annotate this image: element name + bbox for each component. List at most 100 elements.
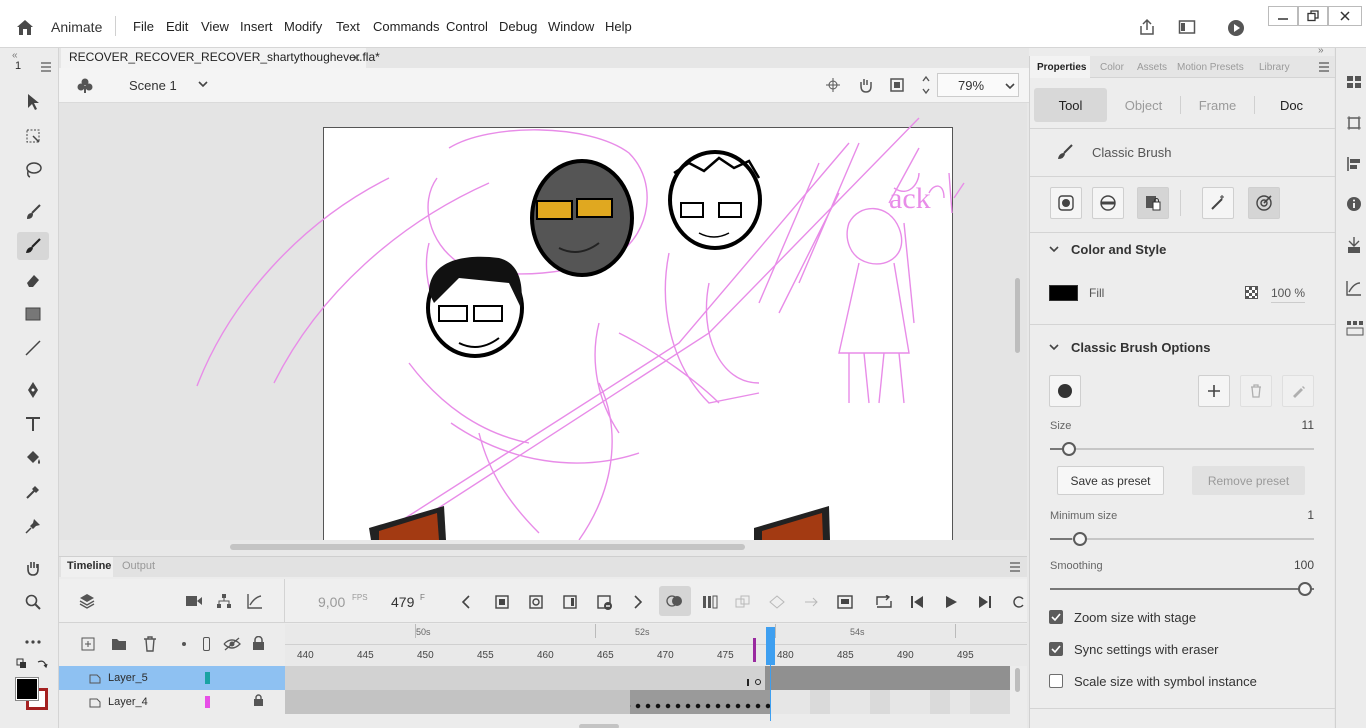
graph-icon[interactable]: [247, 593, 263, 609]
delete-layer-icon[interactable]: [143, 636, 157, 652]
loop-playback-icon[interactable]: [837, 595, 853, 609]
step-forward-icon[interactable]: [977, 595, 993, 609]
new-layer-icon[interactable]: [81, 637, 95, 651]
timeline-vertical-scrollbar[interactable]: [1015, 668, 1020, 692]
motion-tween-icon[interactable]: [803, 595, 819, 609]
close-window-button[interactable]: [1328, 6, 1362, 26]
menu-text[interactable]: Text: [336, 19, 360, 34]
play-icon[interactable]: [944, 595, 958, 609]
classic-brush-tool-icon[interactable]: [17, 232, 49, 260]
tab-assets[interactable]: Assets: [1137, 62, 1167, 73]
home-icon[interactable]: [14, 16, 36, 38]
face-bearded[interactable]: [530, 159, 634, 277]
edit-multiple-frames-icon[interactable]: [702, 595, 718, 609]
remove-preset-button[interactable]: Remove preset: [1192, 466, 1305, 495]
marker-in[interactable]: [753, 638, 756, 662]
onion-skin-button[interactable]: [659, 586, 691, 616]
text-tool-icon[interactable]: [17, 410, 49, 438]
paint-bucket-tool-icon[interactable]: [17, 444, 49, 472]
tab-motion-presets[interactable]: Motion Presets: [1177, 62, 1244, 73]
more-tools-icon[interactable]: [17, 628, 49, 656]
fill-alpha-value[interactable]: 100 %: [1271, 286, 1306, 303]
motion-editor-icon[interactable]: [1346, 280, 1362, 296]
align-panel-icon[interactable]: [1346, 156, 1362, 172]
pen-tool-icon[interactable]: [17, 376, 49, 404]
sync-eraser-checkbox[interactable]: [1049, 642, 1063, 656]
section-title-color-style[interactable]: Color and Style: [1071, 242, 1166, 257]
layers-icon[interactable]: [79, 593, 95, 609]
segment-doc[interactable]: Doc: [1255, 88, 1328, 122]
scene-chevron-down-icon[interactable]: [197, 80, 209, 88]
info-panel-icon[interactable]: [1346, 196, 1362, 212]
laptop-left[interactable]: [369, 506, 446, 540]
delete-brush-shape-icon[interactable]: [1240, 375, 1272, 407]
menu-insert[interactable]: Insert: [240, 19, 273, 34]
line-tool-icon[interactable]: [17, 334, 49, 362]
workspace-icon[interactable]: [1176, 16, 1198, 38]
stage-vertical-scrollbar[interactable]: [1015, 278, 1020, 353]
size-value[interactable]: 11: [1300, 418, 1314, 432]
add-brush-shape-icon[interactable]: [1198, 375, 1230, 407]
brush-mode-normal-icon[interactable]: [1050, 187, 1082, 219]
insert-blank-keyframe-icon[interactable]: [529, 595, 543, 609]
tween-icon[interactable]: [735, 595, 751, 609]
previous-keyframe-icon[interactable]: [461, 595, 471, 609]
ease-icon[interactable]: [769, 595, 785, 609]
zoom-field[interactable]: 79%: [937, 73, 1019, 97]
zoom-chevron-down-icon[interactable]: [1004, 82, 1016, 90]
tab-color[interactable]: Color: [1100, 62, 1124, 73]
selection-tool-icon[interactable]: [17, 88, 49, 116]
section-title-brush-options[interactable]: Classic Brush Options: [1071, 340, 1210, 355]
menu-help[interactable]: Help: [605, 19, 632, 34]
highlight-layer-icon[interactable]: [182, 642, 186, 646]
frame-row[interactable]: [285, 690, 1010, 714]
brush-shape-icon[interactable]: [1049, 375, 1081, 407]
insert-keyframe-icon[interactable]: [495, 595, 509, 609]
size-slider-knob[interactable]: [1062, 442, 1076, 456]
tab-properties[interactable]: Properties: [1037, 62, 1086, 73]
delete-frame-icon[interactable]: [597, 595, 613, 611]
share-icon[interactable]: [1136, 16, 1158, 38]
stage-area[interactable]: ack: [59, 103, 1027, 540]
lock-all-icon[interactable]: [252, 636, 265, 651]
playhead[interactable]: [766, 627, 775, 721]
frame-ruler[interactable]: 50s 52s 54s 440 445 450 455 460 465 470 …: [285, 624, 1027, 666]
menu-control[interactable]: Control: [446, 19, 488, 34]
menu-commands[interactable]: Commands: [373, 19, 439, 34]
scene-name[interactable]: Scene 1: [129, 78, 177, 93]
rotation-tool-icon[interactable]: [856, 76, 874, 94]
minimum-size-slider-track[interactable]: [1050, 538, 1314, 540]
layer-row[interactable]: Layer_5: [59, 666, 285, 690]
pin-tool-icon[interactable]: [17, 512, 49, 540]
camera-icon[interactable]: [185, 595, 203, 607]
expand-panel-icon[interactable]: »: [1318, 45, 1324, 56]
layer-name[interactable]: Layer_5: [108, 672, 148, 684]
layer-color-swatch[interactable]: [205, 696, 210, 708]
document-tab[interactable]: RECOVER_RECOVER_RECOVER_shartythoughever…: [61, 48, 380, 68]
insert-frame-icon[interactable]: [563, 595, 577, 609]
menu-window[interactable]: Window: [548, 19, 594, 34]
zoom-stepper-icon[interactable]: [921, 74, 931, 96]
stage-horizontal-scrollbar[interactable]: [230, 544, 745, 550]
tab-timeline[interactable]: Timeline: [61, 557, 113, 577]
paint-brush-tool-icon[interactable]: [17, 198, 49, 226]
layer-color-swatch[interactable]: [205, 672, 210, 684]
segment-frame[interactable]: Frame: [1181, 88, 1254, 122]
menu-modify[interactable]: Modify: [284, 19, 322, 34]
tab-output[interactable]: Output: [122, 560, 155, 572]
chevron-down-icon[interactable]: [1049, 245, 1059, 253]
current-frame-value[interactable]: 479: [391, 594, 414, 610]
zoom-size-checkbox[interactable]: [1049, 610, 1063, 624]
next-keyframe-icon[interactable]: [633, 595, 643, 609]
face-glasses[interactable]: [668, 150, 762, 250]
swap-colors-icon[interactable]: [36, 658, 48, 670]
center-stage-icon[interactable]: [825, 77, 841, 93]
clip-stage-icon[interactable]: [889, 77, 905, 93]
restore-button[interactable]: [1298, 6, 1328, 26]
scale-symbol-checkbox[interactable]: [1049, 674, 1063, 688]
save-as-preset-button[interactable]: Save as preset: [1057, 466, 1164, 495]
step-back-icon[interactable]: [909, 595, 925, 609]
test-movie-play-icon[interactable]: [1224, 16, 1248, 40]
smoothing-slider-knob[interactable]: [1298, 582, 1312, 596]
timeline-horizontal-scrollbar[interactable]: [579, 724, 619, 728]
